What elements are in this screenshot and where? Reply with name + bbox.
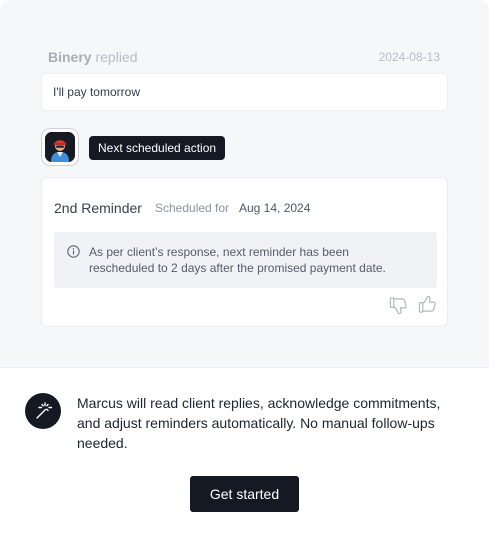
magic-wand-icon: [25, 393, 61, 429]
next-action-label: Next scheduled action: [89, 136, 226, 160]
agent-avatar: [41, 128, 79, 166]
info-icon: [67, 245, 80, 258]
scheduled-reminder-card: 2nd Reminder Scheduled for Aug 14, 2024 …: [41, 177, 448, 327]
reschedule-notice-text: As per client’s response, next reminder …: [89, 244, 429, 276]
conversation-preview: Binery replied 2024-08-13 I'll pay tomor…: [0, 0, 489, 368]
reschedule-notice: As per client’s response, next reminder …: [54, 232, 437, 288]
reply-header: Binery replied 2024-08-13: [48, 48, 440, 66]
reminder-title: 2nd Reminder: [54, 200, 142, 216]
notice-line-2: rescheduled to 2 days after the promised…: [89, 261, 386, 275]
reply-verb: replied: [95, 49, 138, 65]
notice-line-1: As per client’s response, next reminder …: [89, 245, 349, 259]
scheduled-date: Aug 14, 2024: [239, 201, 311, 215]
feature-card: Binery replied 2024-08-13 I'll pay tomor…: [0, 0, 489, 536]
reply-sender: Binery: [48, 49, 92, 65]
feature-description: Marcus will read client replies, acknowl…: [77, 395, 441, 451]
scheduled-for-label: Scheduled for: [155, 201, 230, 215]
thumbs-up-icon[interactable]: [418, 295, 437, 314]
thumbs-down-icon[interactable]: [389, 296, 408, 315]
get-started-button[interactable]: Get started: [190, 476, 299, 512]
reply-message: I'll pay tomorrow: [41, 73, 448, 111]
agent-avatar-icon: [45, 132, 75, 162]
reply-date: 2024-08-13: [378, 50, 440, 64]
